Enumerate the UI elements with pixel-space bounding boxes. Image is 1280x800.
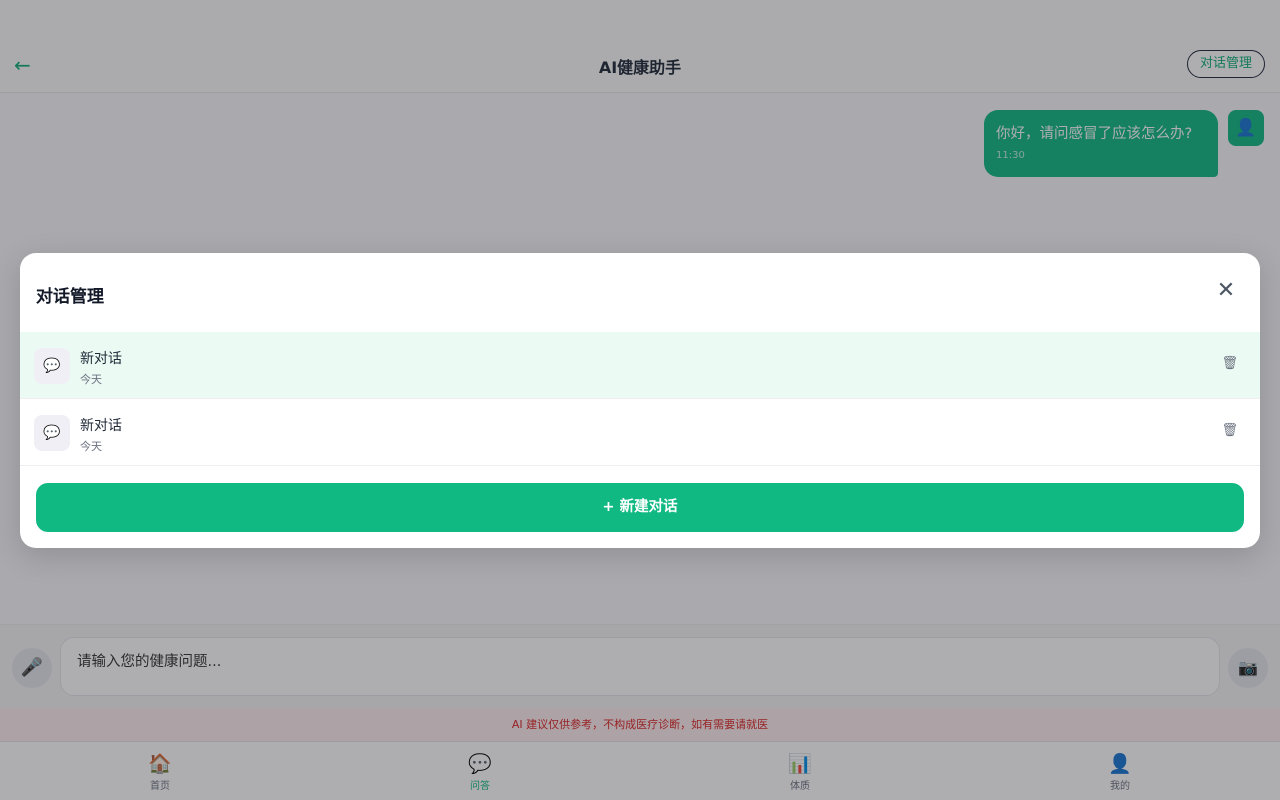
trash-icon[interactable]: 🗑 xyxy=(1221,356,1238,371)
conversation-name: 新对话 xyxy=(80,351,122,367)
conversation-manage-modal: 对话管理 ✕ 💬 新对话 今天 🗑 💬 新对话 今天 🗑 + 新建对话 xyxy=(20,253,1260,548)
close-icon[interactable]: ✕ xyxy=(1214,279,1238,303)
conversation-date: 今天 xyxy=(80,373,102,386)
chat-bubble-icon: 💬 xyxy=(34,348,70,384)
new-conversation-button[interactable]: + 新建对话 xyxy=(36,483,1244,532)
conversation-name: 新对话 xyxy=(80,418,122,434)
conversation-date: 今天 xyxy=(80,440,102,453)
conversation-item[interactable]: 💬 新对话 今天 🗑 xyxy=(20,399,1260,466)
conversation-item[interactable]: 💬 新对话 今天 🗑 xyxy=(20,332,1260,399)
trash-icon[interactable]: 🗑 xyxy=(1221,423,1238,438)
conversation-list: 💬 新对话 今天 🗑 💬 新对话 今天 🗑 xyxy=(20,332,1260,466)
chat-bubble-icon: 💬 xyxy=(34,415,70,451)
modal-title: 对话管理 xyxy=(36,287,104,307)
